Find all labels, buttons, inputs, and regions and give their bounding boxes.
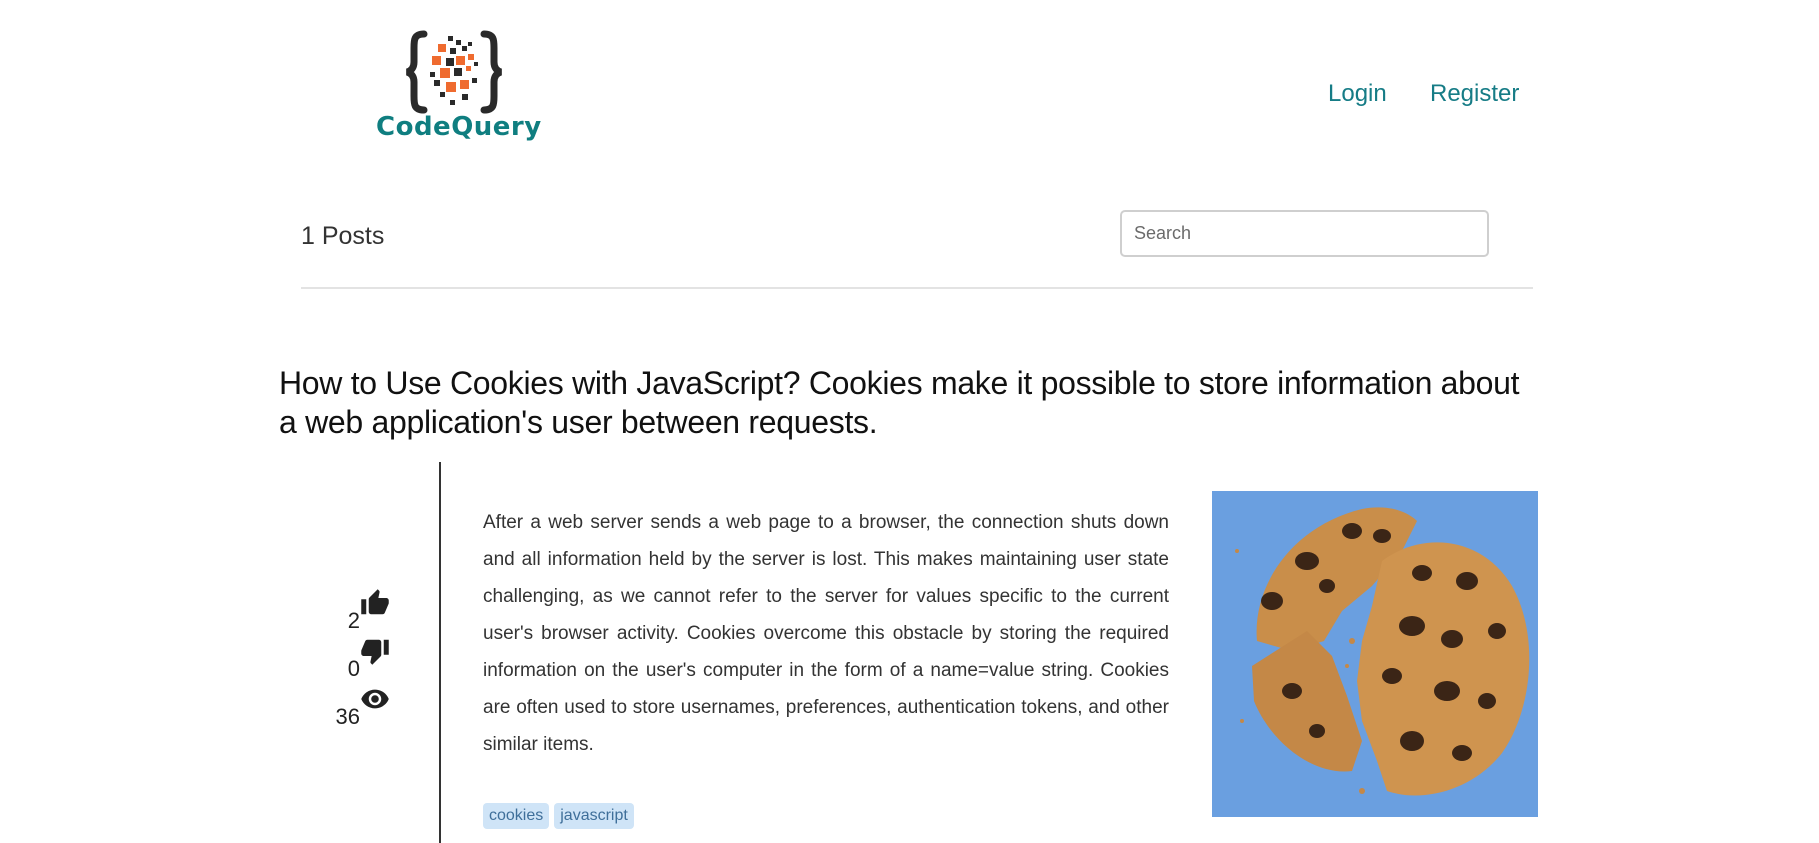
dislikes-stat[interactable]: 0 (320, 636, 400, 684)
register-link[interactable]: Register (1430, 80, 1519, 108)
thumbs-up-icon[interactable] (360, 588, 390, 618)
dislikes-count: 0 (347, 656, 360, 681)
posts-count: 1 Posts (301, 222, 385, 250)
post-title[interactable]: How to Use Cookies with JavaScript? Cook… (279, 364, 1539, 442)
post-image (1212, 491, 1538, 817)
tag-cookies[interactable]: cookies (483, 803, 550, 829)
views-stat: 36 (320, 684, 400, 732)
likes-stat[interactable]: 2 (320, 588, 400, 636)
tag-javascript[interactable]: javascript (554, 803, 634, 829)
eye-icon (361, 689, 389, 709)
likes-count: 2 (347, 608, 360, 633)
login-link[interactable]: Login (1328, 80, 1387, 108)
logo-text: CodeQuery (376, 112, 542, 142)
vertical-separator (439, 462, 441, 843)
post-body: After a web server sends a web page to a… (483, 512, 1169, 755)
post-stats: 2 0 36 (320, 588, 400, 732)
logo-mark-icon (406, 30, 502, 114)
page: CodeQuery Login Register 1 Posts How to … (0, 0, 1819, 843)
divider (301, 287, 1533, 289)
thumbs-down-icon[interactable] (360, 636, 390, 666)
views-count: 36 (335, 704, 360, 729)
tag-list: cookies javascript (483, 803, 634, 829)
site-logo[interactable]: CodeQuery (376, 30, 541, 150)
search-input[interactable] (1120, 210, 1489, 257)
